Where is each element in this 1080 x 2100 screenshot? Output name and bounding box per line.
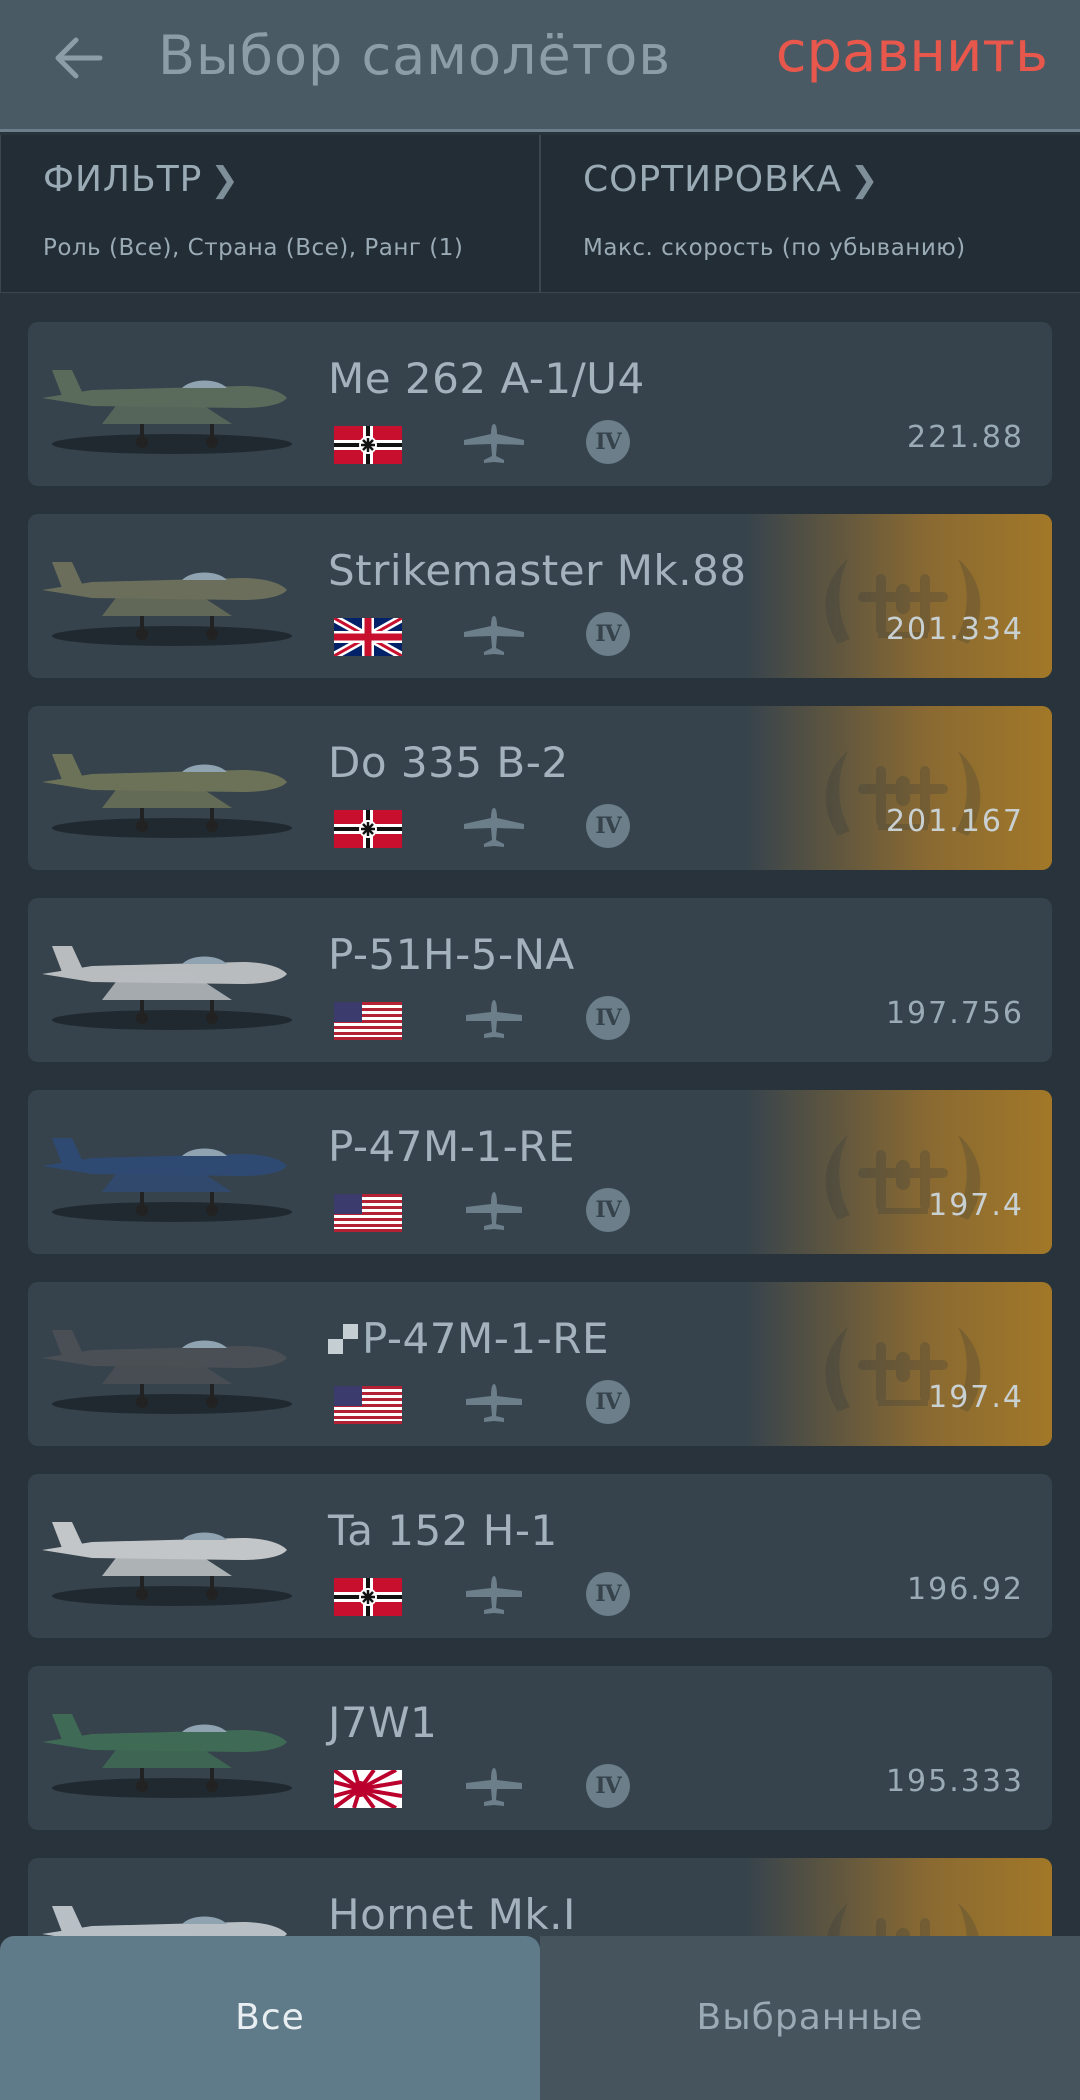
- bottom-tabs: Все Выбранные: [0, 1936, 1080, 2100]
- aircraft-card[interactable]: P-51H-5-NA IV 197.756: [28, 898, 1052, 1062]
- aircraft-name: Me 262 A-1/U4: [328, 354, 645, 403]
- aircraft-name-text: P-51H-5-NA: [328, 930, 575, 979]
- aircraft-name: Do 335 B-2: [328, 738, 569, 787]
- aircraft-image: [32, 916, 302, 1036]
- aircraft-name: Hornet Mk.I: [328, 1890, 576, 1939]
- aircraft-name: Ta 152 H-1: [328, 1506, 558, 1555]
- chevron-right-icon: ❯: [210, 160, 240, 200]
- rank-badge: IV: [586, 612, 630, 656]
- flag-uk-icon: [332, 614, 404, 660]
- max-speed-value: 197.756: [885, 996, 1024, 1031]
- rank-badge: IV: [586, 1764, 630, 1808]
- aircraft-name: J7W1: [328, 1698, 437, 1747]
- max-speed-value: 197.4: [928, 1188, 1024, 1223]
- flag-usa-icon: [334, 1194, 402, 1232]
- page-title: Выбор самолётов: [158, 24, 672, 87]
- flag-usa-icon: [334, 1386, 402, 1424]
- aircraft-name-text: P-47M-1-RE: [328, 1122, 575, 1171]
- filter-label: ФИЛЬТР: [43, 159, 203, 200]
- aircraft-image: [32, 340, 302, 460]
- filter-sort-bar: ФИЛЬТР ❯ Роль (Все), Страна (Все), Ранг (…: [0, 135, 1080, 293]
- max-speed-value: 201.334: [885, 612, 1024, 647]
- compare-button[interactable]: сравнить: [776, 20, 1048, 85]
- aircraft-card[interactable]: J7W1 IV 195.333: [28, 1666, 1052, 1830]
- fighter-icon: [460, 1188, 528, 1234]
- aircraft-card[interactable]: Ta 152 H-1 IV 196.92: [28, 1474, 1052, 1638]
- flag-japan-icon: [332, 1768, 403, 1810]
- fighter-icon: [460, 1380, 528, 1426]
- aircraft-image: [32, 1684, 302, 1804]
- aircraft-card[interactable]: P-47M-1-RE IV 197.4: [28, 1282, 1052, 1446]
- aircraft-card[interactable]: Me 262 A-1/U4 IV 221.88: [28, 322, 1052, 486]
- filter-summary: Роль (Все), Страна (Все), Ранг (1): [43, 235, 464, 261]
- aircraft-card[interactable]: Do 335 B-2 IV 201.167: [28, 706, 1052, 870]
- aircraft-card[interactable]: P-47M-1-RE IV 197.4: [28, 1090, 1052, 1254]
- aircraft-name: P-47M-1-RE: [328, 1122, 575, 1171]
- aircraft-name-text: Do 335 B-2: [328, 738, 569, 787]
- rank-badge: IV: [586, 804, 630, 848]
- aircraft-image: [32, 1300, 302, 1420]
- rank-badge: IV: [586, 1572, 630, 1616]
- max-speed-value: 197.4: [928, 1380, 1024, 1415]
- aircraft-name-text: Me 262 A-1/U4: [328, 354, 645, 403]
- jet-fighter-icon: [460, 612, 528, 658]
- fighter-icon: [460, 1572, 528, 1618]
- fighter-icon: [460, 1764, 528, 1810]
- aircraft-name-text: Strikemaster Mk.88: [328, 546, 747, 595]
- sort-label: СОРТИРОВКА: [583, 159, 843, 200]
- flag-germany-icon: [334, 426, 402, 464]
- flag-usa-icon: [334, 1002, 402, 1040]
- sort-summary: Макс. скорость (по убыванию): [583, 235, 966, 261]
- aircraft-name-text: P-47M-1-RE: [362, 1314, 609, 1363]
- aircraft-name: Strikemaster Mk.88: [328, 546, 747, 595]
- max-speed-value: 195.333: [885, 1764, 1024, 1799]
- back-arrow-icon[interactable]: [50, 30, 106, 86]
- max-speed-value: 196.92: [907, 1572, 1024, 1607]
- rank-badge: IV: [586, 1380, 630, 1424]
- max-speed-value: 201.167: [885, 804, 1024, 839]
- jet-fighter-icon: [460, 420, 528, 466]
- aircraft-image: [32, 1492, 302, 1612]
- aircraft-name: P-47M-1-RE: [328, 1314, 609, 1363]
- squadron-icon: [328, 1323, 358, 1354]
- aircraft-image: [32, 1108, 302, 1228]
- aircraft-card[interactable]: Strikemaster Mk.88 IV 201.334: [28, 514, 1052, 678]
- aircraft-name-text: Hornet Mk.I: [328, 1890, 576, 1939]
- rank-badge: IV: [586, 996, 630, 1040]
- app-header: Выбор самолётов сравнить: [0, 0, 1080, 132]
- flag-germany-icon: [334, 1578, 402, 1616]
- chevron-right-icon: ❯: [850, 160, 880, 200]
- rank-badge: IV: [586, 420, 630, 464]
- max-speed-value: 221.88: [907, 420, 1024, 455]
- aircraft-name: P-51H-5-NA: [328, 930, 575, 979]
- rank-badge: IV: [586, 1188, 630, 1232]
- aircraft-name-text: Ta 152 H-1: [328, 1506, 558, 1555]
- aircraft-image: [32, 532, 302, 652]
- aircraft-name-text: J7W1: [328, 1698, 438, 1747]
- filter-panel[interactable]: ФИЛЬТР ❯ Роль (Все), Страна (Все), Ранг (…: [0, 135, 539, 293]
- aircraft-image: [32, 724, 302, 844]
- sort-panel[interactable]: СОРТИРОВКА ❯ Макс. скорость (по убыванию): [539, 135, 1080, 293]
- jet-fighter-icon: [460, 804, 528, 850]
- flag-germany-icon: [334, 810, 402, 848]
- tab-all[interactable]: Все: [0, 1936, 540, 2100]
- tab-favorites[interactable]: Выбранные: [540, 1936, 1080, 2100]
- fighter-icon: [460, 996, 528, 1042]
